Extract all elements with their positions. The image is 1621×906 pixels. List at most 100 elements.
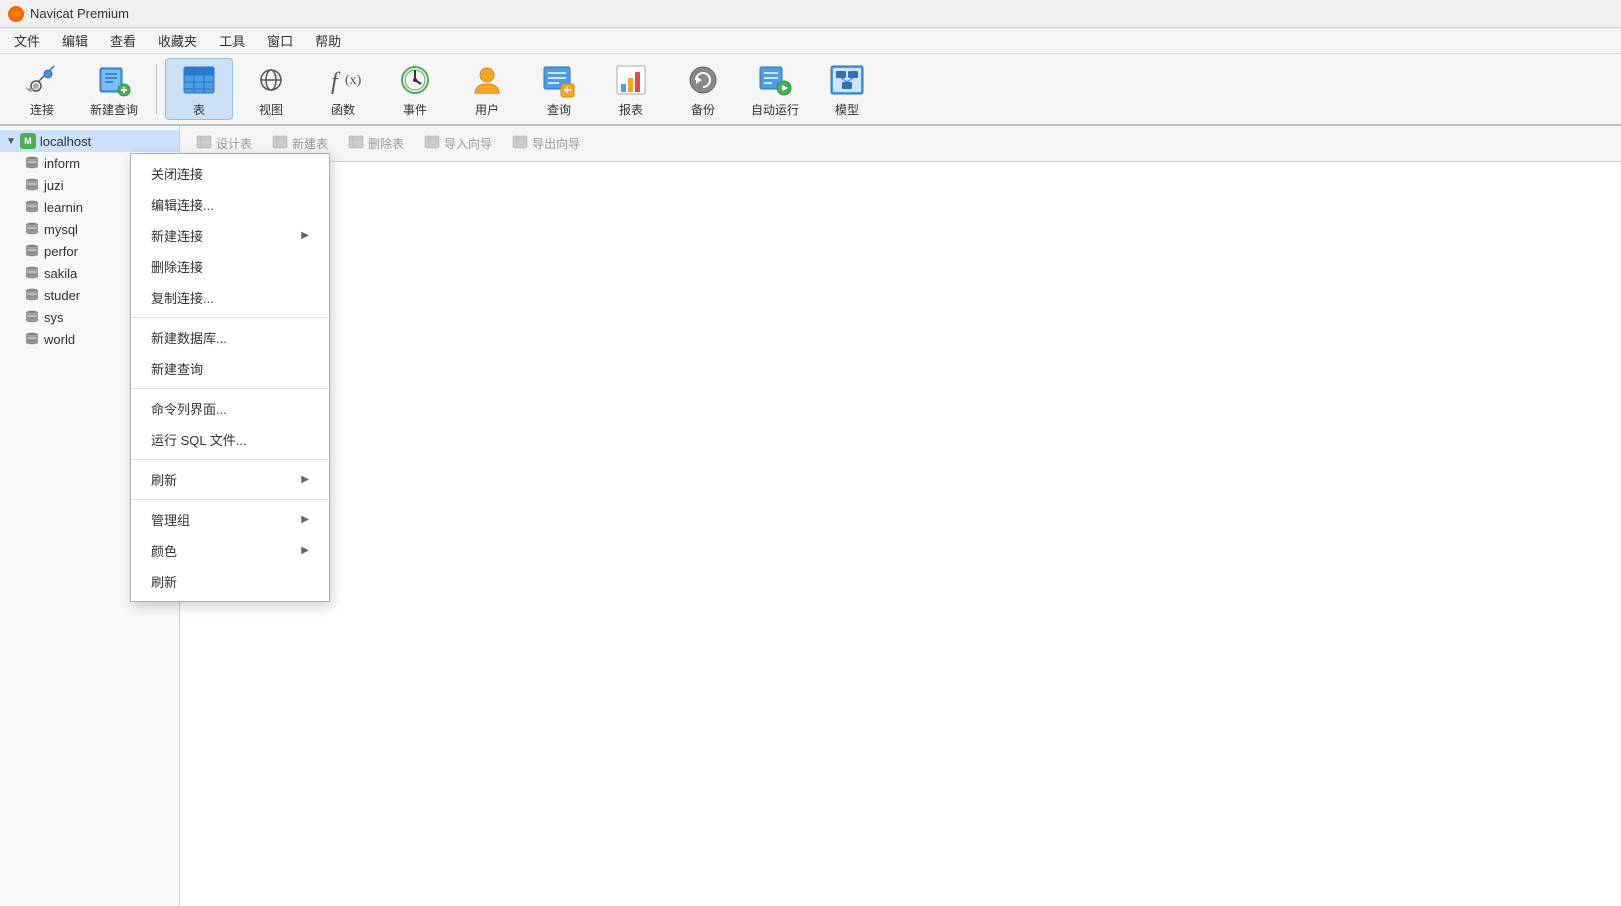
- title-bar: Navicat Premium: [0, 0, 1621, 28]
- ctx-item-color[interactable]: 颜色 ▶: [131, 535, 329, 566]
- ctx-label-close-conn: 关闭连接: [151, 164, 203, 183]
- ctx-separator-after-run-sql: [131, 459, 329, 460]
- ctx-item-refresh2[interactable]: 刷新: [131, 566, 329, 597]
- toolbar-btn-label-query: 查询: [547, 101, 571, 118]
- user-icon: [468, 61, 506, 99]
- ctx-submenu-arrow-color: ▶: [301, 545, 309, 556]
- query-icon: [540, 61, 578, 99]
- new-query-icon: [95, 61, 133, 99]
- menu-item-工具[interactable]: 工具: [209, 28, 255, 53]
- db-icon: [24, 309, 40, 325]
- toolbar-btn-label-model: 模型: [835, 101, 859, 118]
- db-icon: [24, 177, 40, 193]
- toolbar: 连接 新建查询 表 视图 f (x) 函数: [0, 54, 1621, 126]
- event-icon: [396, 61, 434, 99]
- toolbar-btn-backup[interactable]: 备份: [669, 58, 737, 120]
- toolbar-btn-query[interactable]: 查询: [525, 58, 593, 120]
- content-area: 设计表 新建表 删除表 导入向导 导出向导: [180, 126, 1621, 906]
- toolbar-btn-label-report: 报表: [619, 101, 643, 118]
- ctx-item-delete-conn[interactable]: 删除连接: [131, 251, 329, 282]
- toolbar-btn-label-view: 视图: [259, 101, 283, 118]
- table-content: [180, 162, 1621, 906]
- db-name-juzi: juzi: [44, 178, 64, 193]
- toolbar-btn-function[interactable]: f (x) 函数: [309, 58, 377, 120]
- db-icon: [24, 243, 40, 259]
- toolbar-btn-label-function: 函数: [331, 101, 355, 118]
- menu-item-帮助[interactable]: 帮助: [305, 28, 351, 53]
- db-name-learnin: learnin: [44, 200, 83, 215]
- ctx-item-refresh[interactable]: 刷新▶: [131, 464, 329, 495]
- ctx-submenu-arrow-new-conn: ▶: [301, 230, 309, 241]
- sec-btn-delete-table[interactable]: 删除表: [340, 131, 412, 156]
- report-icon: [612, 61, 650, 99]
- ctx-item-command-line[interactable]: 命令列界面...: [131, 393, 329, 424]
- toolbar-btn-connect[interactable]: 连接: [8, 58, 76, 120]
- ctx-submenu-arrow-manage-group: ▶: [301, 514, 309, 525]
- svg-text:(x): (x): [345, 73, 361, 88]
- toolbar-btn-event[interactable]: 事件: [381, 58, 449, 120]
- connect-icon: [23, 61, 61, 99]
- menu-item-编辑[interactable]: 编辑: [52, 28, 98, 53]
- sec-btn-label-design-table: 设计表: [216, 135, 252, 152]
- ctx-label-command-line: 命令列界面...: [151, 399, 227, 418]
- toolbar-btn-new-query[interactable]: 新建查询: [80, 58, 148, 120]
- ctx-label-manage-group: 管理组: [151, 510, 190, 529]
- menu-item-窗口[interactable]: 窗口: [257, 28, 303, 53]
- svg-text:f: f: [331, 69, 341, 95]
- secondary-toolbar: 设计表 新建表 删除表 导入向导 导出向导: [180, 126, 1621, 162]
- db-icon: [24, 199, 40, 215]
- sec-btn-label-export-wizard: 导出向导: [532, 135, 580, 152]
- ctx-label-refresh: 刷新: [151, 470, 177, 489]
- ctx-label-copy-conn: 复制连接...: [151, 288, 214, 307]
- sec-btn-label-new-table: 新建表: [292, 135, 328, 152]
- toolbar-btn-user[interactable]: 用户: [453, 58, 521, 120]
- toolbar-btn-report[interactable]: 报表: [597, 58, 665, 120]
- menu-item-文件[interactable]: 文件: [4, 28, 50, 53]
- menu-item-收藏夹[interactable]: 收藏夹: [148, 28, 207, 53]
- ctx-item-close-conn[interactable]: 关闭连接: [131, 158, 329, 189]
- ctx-item-new-query[interactable]: 新建查询: [131, 353, 329, 384]
- sec-btn-label-import-wizard: 导入向导: [444, 135, 492, 152]
- menu-item-查看[interactable]: 查看: [100, 28, 146, 53]
- db-name-world: world: [44, 332, 75, 347]
- db-icon: [24, 265, 40, 281]
- import-wizard-icon: [424, 134, 440, 153]
- view-icon: [252, 61, 290, 99]
- design-table-icon: [196, 134, 212, 153]
- toolbar-btn-view[interactable]: 视图: [237, 58, 305, 120]
- db-name-studer: studer: [44, 288, 80, 303]
- ctx-label-run-sql: 运行 SQL 文件...: [151, 430, 247, 449]
- ctx-item-edit-conn[interactable]: 编辑连接...: [131, 189, 329, 220]
- toolbar-btn-table[interactable]: 表: [165, 58, 233, 120]
- expand-arrow: ▼: [6, 136, 16, 147]
- ctx-item-manage-group[interactable]: 管理组 ▶: [131, 504, 329, 535]
- ctx-separator-after-copy-conn: [131, 317, 329, 318]
- connection-icon: M: [20, 133, 36, 149]
- auto-run-icon: [756, 61, 794, 99]
- ctx-item-run-sql[interactable]: 运行 SQL 文件...: [131, 424, 329, 455]
- toolbar-btn-auto-run[interactable]: 自动运行: [741, 58, 809, 120]
- ctx-item-new-db[interactable]: 新建数据库...: [131, 322, 329, 353]
- db-name-mysql: mysql: [44, 222, 78, 237]
- ctx-label-edit-conn: 编辑连接...: [151, 195, 214, 214]
- ctx-item-new-conn[interactable]: 新建连接 ▶: [131, 220, 329, 251]
- db-name-sys: sys: [44, 310, 64, 325]
- toolbar-btn-model[interactable]: 模型: [813, 58, 881, 120]
- delete-table-icon: [348, 134, 364, 153]
- ctx-separator-sep2: [131, 499, 329, 500]
- db-icon: [24, 221, 40, 237]
- sidebar-connection[interactable]: ▼ M localhost: [0, 130, 179, 152]
- ctx-label-new-conn: 新建连接: [151, 226, 203, 245]
- toolbar-btn-label-backup: 备份: [691, 101, 715, 118]
- db-icon: [24, 155, 40, 171]
- sec-btn-import-wizard[interactable]: 导入向导: [416, 131, 500, 156]
- ctx-item-copy-conn[interactable]: 复制连接...: [131, 282, 329, 313]
- sec-btn-label-delete-table: 删除表: [368, 135, 404, 152]
- ctx-label-color: 颜色: [151, 541, 177, 560]
- db-name-inform: inform: [44, 156, 80, 171]
- export-wizard-icon: [512, 134, 528, 153]
- toolbar-separator: [156, 64, 157, 114]
- ctx-label-refresh2: 刷新: [151, 572, 177, 591]
- connection-name: localhost: [40, 134, 91, 149]
- sec-btn-export-wizard[interactable]: 导出向导: [504, 131, 588, 156]
